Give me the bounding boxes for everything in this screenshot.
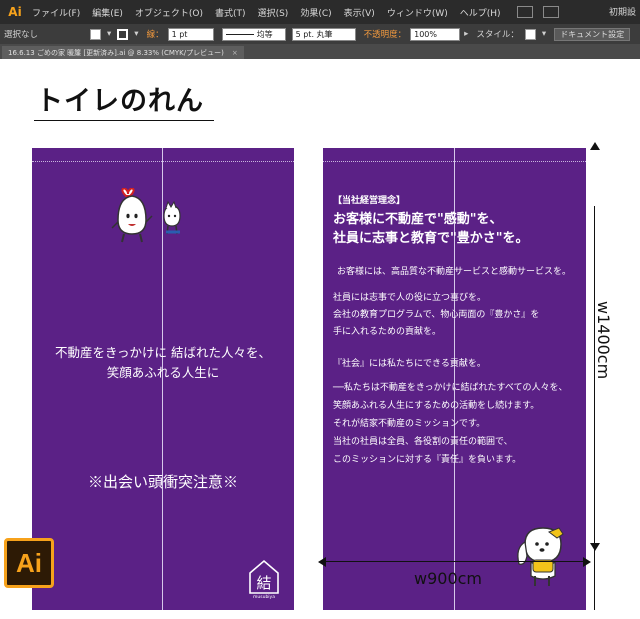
curtain-left-panel[interactable]: 不動産をきっかけに 結ばれた人々を、 笑顔あふれる人生に ※出会い頭衝突注意※ … [32,148,294,610]
fill-dropdown-icon[interactable]: ▾ [103,29,115,39]
logo-kanji: 結 [256,574,271,592]
stroke-dropdown-icon[interactable]: ▾ [130,29,142,39]
menu-select[interactable]: 選択(S) [252,6,295,19]
menu-bar: Ai ファイル(F) 編集(E) オブジェクト(O) 書式(T) 選択(S) 効… [0,0,640,24]
style-label: スタイル： [476,30,519,40]
philosophy-line1: お客様に不動産で"感動"を、 [333,212,503,227]
logo-sub: musubiya [253,594,275,599]
opacity-label[interactable]: 不透明度： [360,28,411,40]
menu-help[interactable]: ヘルプ(H) [454,6,507,19]
stroke-label[interactable]: 線： [143,28,168,40]
dog-mascot-illustration [517,527,564,586]
artboard-canvas[interactable]: トイレのれん 不動産をきっかけに 結ばれた人々を、 笑顔あふれる人生に ※出会い… [0,59,640,619]
fill-swatch[interactable] [90,28,102,40]
mascot-illustration [111,188,181,243]
document-settings-button[interactable]: ドキュメント設定 [554,27,631,41]
dotted-guide [32,161,294,162]
arrow-right-icon [583,557,591,567]
arrange-documents-icon[interactable] [542,6,559,18]
menu-view[interactable]: 表示(V) [338,6,381,19]
style-swatch[interactable] [524,28,536,40]
bridge-icon[interactable] [516,6,533,18]
menu-window[interactable]: ウィンドウ(W) [381,6,454,19]
philosophy-p4d: 当社の社員は全員、各役割の責任の範囲で、 [333,437,513,447]
philosophy-p2c: 手に入れるための貢献を。 [333,327,442,337]
stroke-style-field[interactable]: 均等 [221,27,286,41]
height-dimension-label: w1400cm [594,301,613,380]
philosophy-p1: お客様には、高品質な不動産サービスと感動サービスを。 [337,267,572,277]
mascot-large [111,188,153,243]
curtain-right-panel[interactable]: 【当社経営理念】 お客様に不動産で"感動"を、 社員に志事と教育で"豊かさ"を。… [323,148,586,610]
close-tab-icon[interactable]: × [232,49,238,57]
menu-effect[interactable]: 効果(C) [294,6,337,19]
illustrator-badge-icon: Ai [4,538,54,588]
collision-notice: ※出会い頭衝突注意※ [87,473,238,491]
menu-edit[interactable]: 編集(E) [86,6,129,19]
arrow-up-icon [590,142,600,150]
philosophy-p4b: 笑顔あふれる人生にするための活動をし続けます。 [333,401,540,411]
opacity-arrow-icon[interactable]: ▸ [460,29,472,39]
workspace-switcher[interactable]: 初期設 [609,5,636,18]
house-logo-icon: 結 musubiya [249,559,279,600]
control-bar: 選択なし ▾ ▾ 線： 1 pt 均等 5 pt. 丸筆 不透明度： 100% … [0,24,640,44]
width-dimension-line [323,561,586,562]
document-tab-title: 16.6.13 ごめの家 暖簾 [更新済み].ai @ 8.33% (CMYK/… [8,48,224,57]
philosophy-p4c: それが結家不動産のミッションです。 [333,419,486,429]
menu-file[interactable]: ファイル(F) [26,6,86,19]
document-tab[interactable]: 16.6.13 ごめの家 暖簾 [更新済み].ai @ 8.33% (CMYK/… [2,46,244,59]
menu-type[interactable]: 書式(T) [209,6,252,19]
philosophy-p2b: 会社の教育プログラムで、物心両面の『豊かさ』を [333,310,540,320]
title-underline [34,120,214,121]
arrow-left-icon [318,557,326,567]
page-title: トイレのれん [36,86,204,117]
document-tab-bar: 16.6.13 ごめの家 暖簾 [更新済み].ai @ 8.33% (CMYK/… [0,44,640,59]
stroke-style-label: 均等 [256,29,273,39]
mascot-small [163,200,181,235]
philosophy-p2a: 社員には志事で人の役に立つ喜びを。 [333,293,487,303]
selection-status: 選択なし [4,30,39,40]
philosophy-p4a: ──私たちは不動産をきっかけに結ばれたすべての人々を、 [333,383,568,393]
width-dimension-label: w900cm [414,569,483,588]
philosophy-p4e: このミッションに対する『責任』を負います。 [333,455,522,465]
stroke-weight-field[interactable]: 1 pt [167,27,214,41]
stroke-swatch[interactable] [117,28,129,40]
musubiya-logo: 結 musubiya [248,559,280,600]
app-logo: Ai [4,3,26,21]
philosophy-heading: 【当社経営理念】 [333,196,406,206]
left-slogan-line2: 笑顔あふれる人生に [106,365,220,380]
style-dropdown-icon[interactable]: ▾ [538,29,550,39]
philosophy-p3: 『社会』には私たちにできる貢献を。 [333,359,486,369]
arrow-down-icon [590,543,600,551]
brush-field[interactable]: 5 pt. 丸筆 [291,27,356,41]
opacity-field[interactable]: 100% [410,27,461,41]
menu-object[interactable]: オブジェクト(O) [129,6,209,19]
philosophy-line2: 社員に志事と教育で"豊かさ"を。 [333,231,529,246]
left-slogan-line1: 不動産をきっかけに 結ばれた人々を、 [55,345,271,360]
